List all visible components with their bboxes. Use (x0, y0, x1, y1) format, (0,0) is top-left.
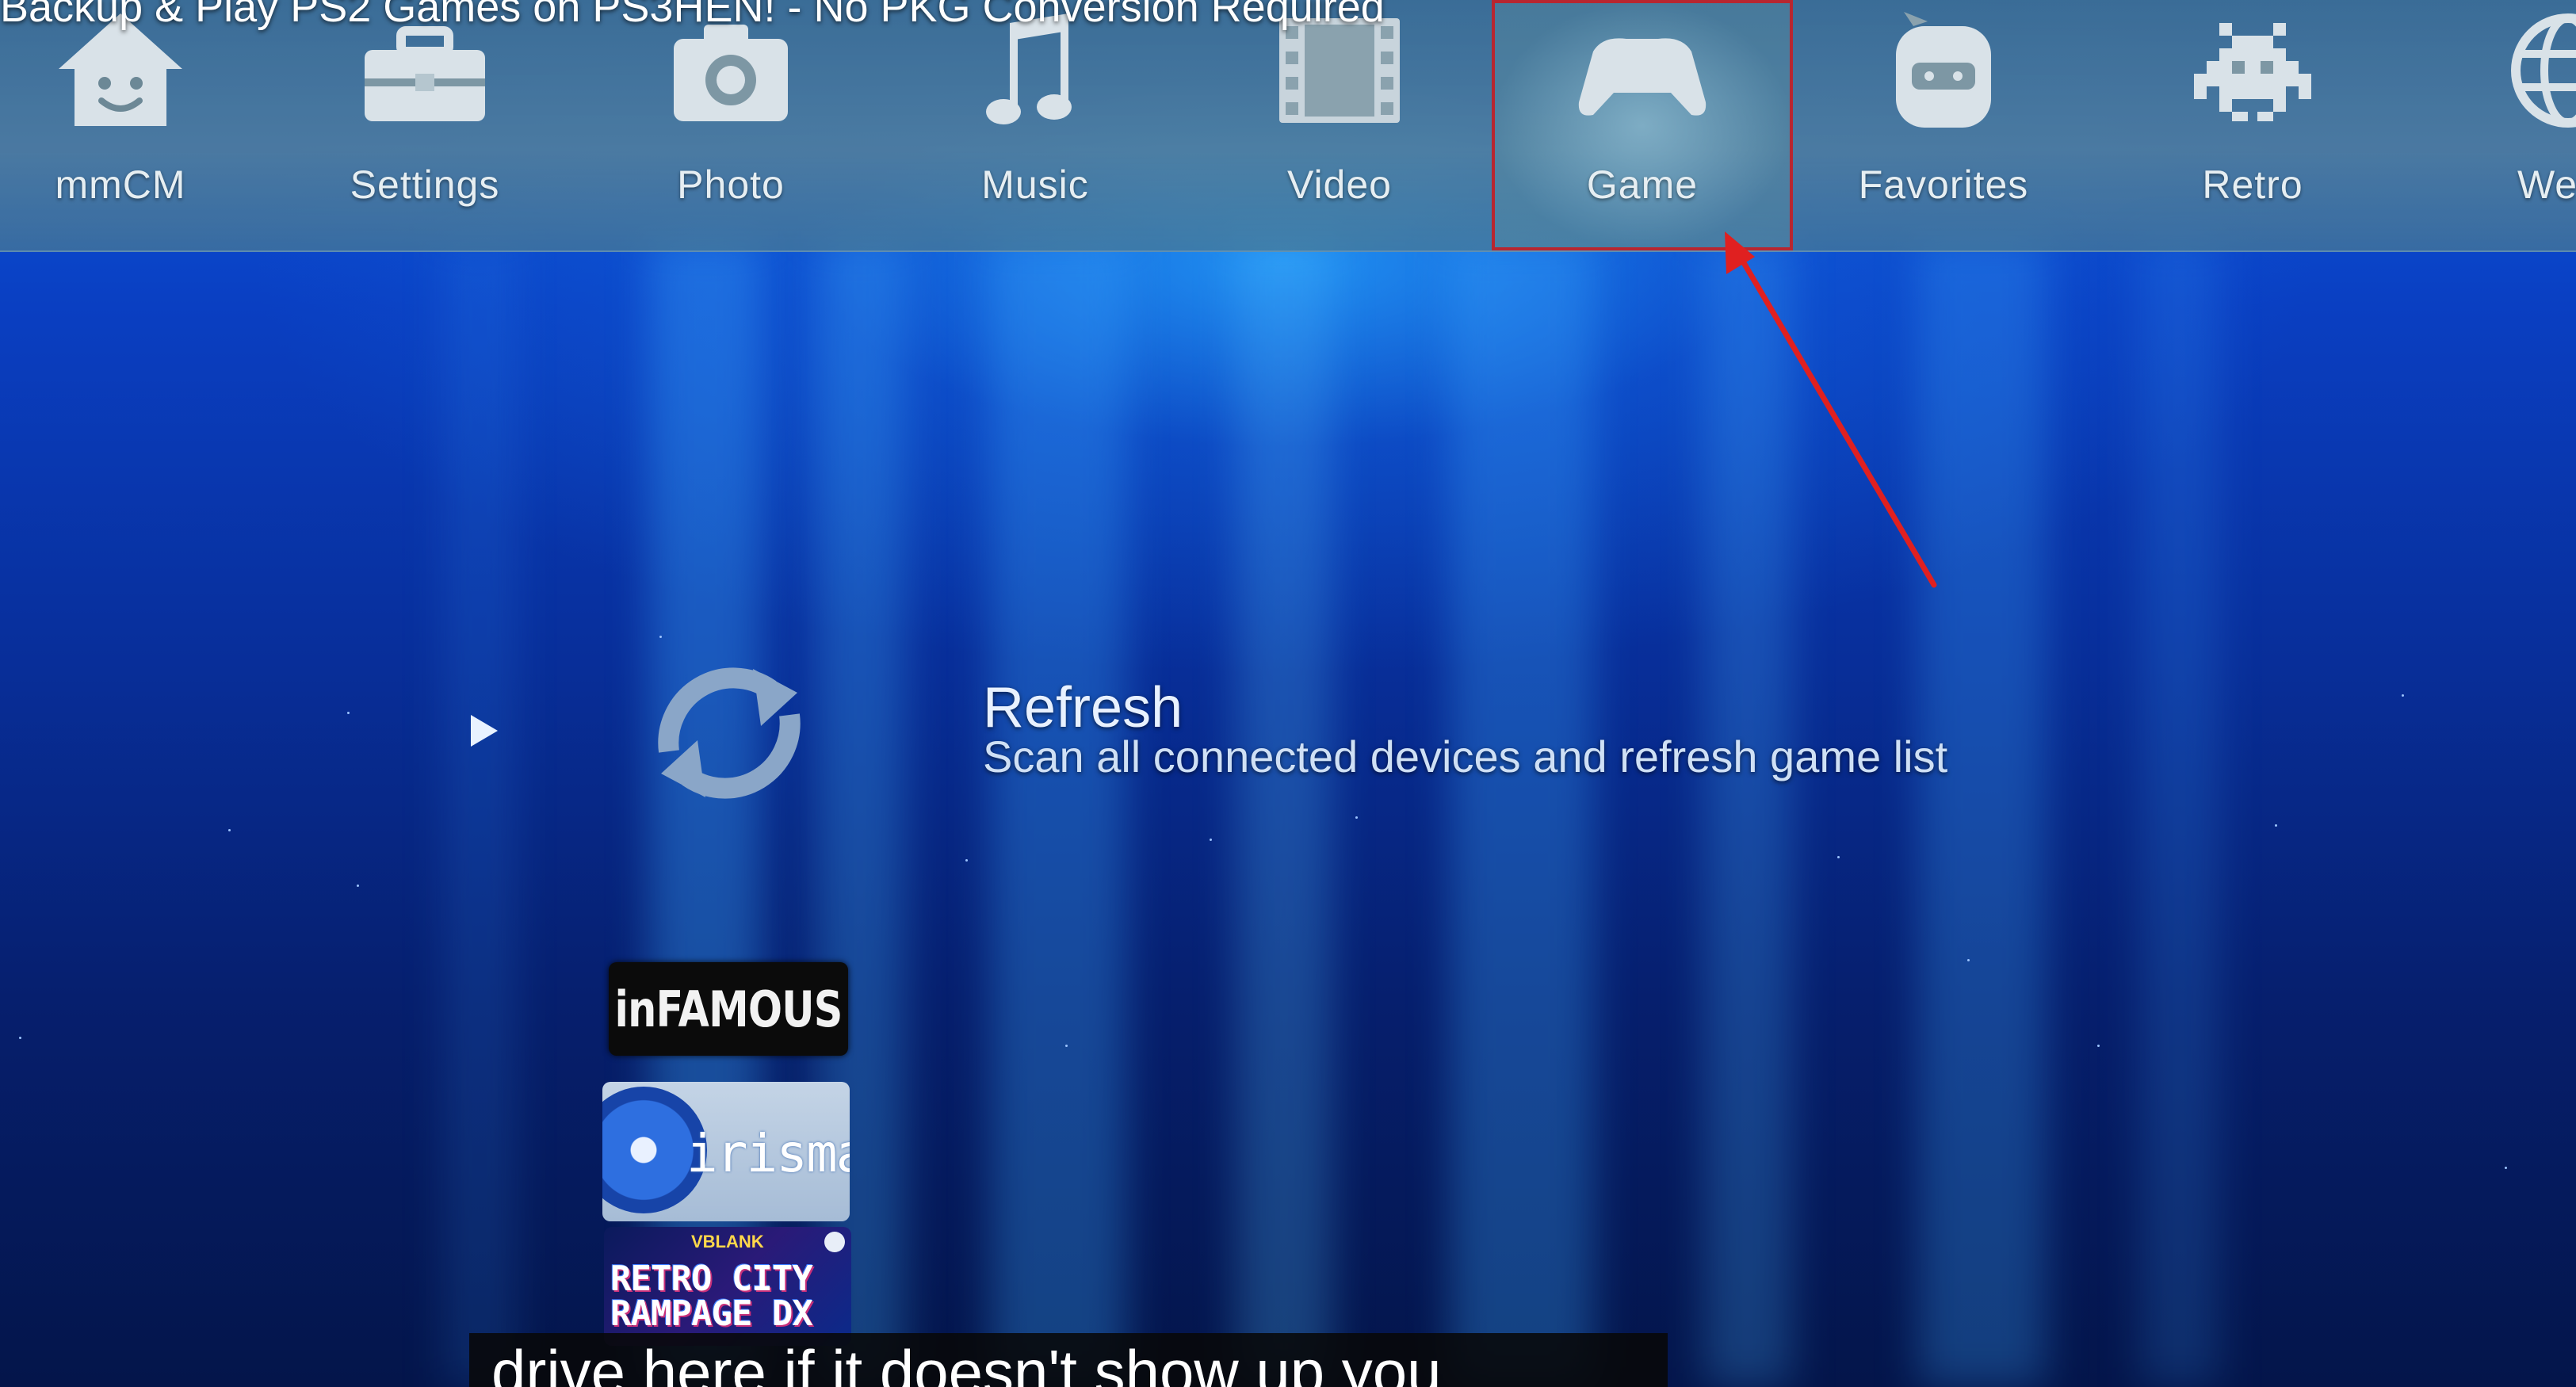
refresh-description: Scan all connected devices and refresh g… (983, 732, 1948, 781)
game-title-logo: inFAMOUS (614, 980, 843, 1038)
game-tile-irisman[interactable]: irisman (602, 1082, 850, 1221)
refresh-icon[interactable] (634, 658, 824, 808)
video-caption: drive here if it doesn't show up you (469, 1333, 1668, 1387)
game-title-logo: irisman (686, 1123, 850, 1184)
publisher-logo: VBLANK (691, 1232, 764, 1251)
tile-badge (824, 1232, 845, 1252)
cursor-arrow-icon (471, 715, 498, 747)
screen: mmCM Settings Photo Music Video Game Fav… (0, 0, 2576, 1387)
caption-text: drive here if it doesn't show up you (491, 1337, 1442, 1387)
game-tile-infamous[interactable]: inFAMOUS (609, 962, 848, 1056)
game-tile-retro-city-rampage[interactable]: VBLANK RETRO CITY RAMPAGE DX (604, 1227, 851, 1346)
game-title-logo-line2: RAMPAGE DX (610, 1293, 813, 1334)
